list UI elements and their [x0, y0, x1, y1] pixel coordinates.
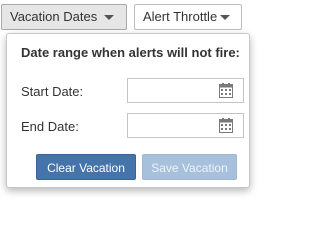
- end-date-field: [127, 113, 244, 138]
- chevron-down-icon: [220, 15, 230, 20]
- start-date-field: [127, 78, 244, 103]
- save-vacation-button[interactable]: Save Vacation: [142, 154, 237, 180]
- end-date-input[interactable]: [128, 114, 216, 137]
- alert-throttle-label: Alert Throttle: [143, 9, 218, 24]
- vacation-dates-label: Vacation Dates: [10, 9, 98, 24]
- panel-heading: Date range when alerts will not fire:: [21, 45, 240, 60]
- alert-throttle-dropdown[interactable]: Alert Throttle: [134, 4, 242, 30]
- start-date-input[interactable]: [128, 79, 216, 102]
- vacation-dates-panel: Date range when alerts will not fire: St…: [6, 33, 250, 188]
- tab-bar: Vacation Dates Alert Throttle: [0, 0, 256, 34]
- start-date-label: Start Date:: [21, 84, 84, 99]
- vacation-dates-dropdown[interactable]: Vacation Dates: [1, 4, 127, 30]
- clear-vacation-button[interactable]: Clear Vacation: [36, 154, 136, 180]
- calendar-icon[interactable]: [219, 83, 233, 98]
- end-date-label: End Date:: [21, 119, 79, 134]
- chevron-down-icon: [104, 15, 114, 20]
- calendar-icon[interactable]: [219, 118, 233, 133]
